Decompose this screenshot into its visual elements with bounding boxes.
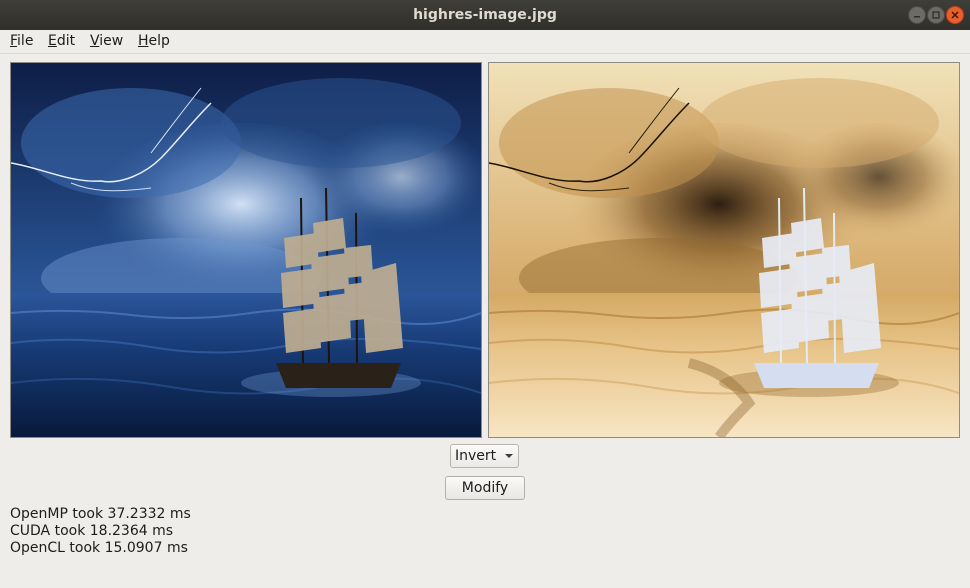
modify-button[interactable]: Modify xyxy=(445,476,525,500)
menu-view-label: iew xyxy=(99,33,124,49)
filter-select[interactable]: Invert xyxy=(450,444,519,468)
maximize-button[interactable] xyxy=(927,6,945,24)
menu-file-accel: F xyxy=(10,33,18,49)
timing-cuda: CUDA took 18.2364 ms xyxy=(10,523,174,539)
processed-image-panel xyxy=(488,62,960,438)
ship-storm-image xyxy=(11,63,481,437)
menu-edit[interactable]: Edit xyxy=(48,32,75,51)
close-button[interactable] xyxy=(946,6,964,24)
menu-view[interactable]: View xyxy=(90,32,123,51)
ship-storm-inverted-image xyxy=(489,63,959,437)
menu-file[interactable]: File xyxy=(10,32,33,51)
title-bar[interactable]: highres-image.jpg xyxy=(0,0,970,31)
window-title: highres-image.jpg xyxy=(413,7,557,23)
maximize-icon xyxy=(932,11,940,19)
menu-file-label: ile xyxy=(17,33,34,49)
filter-select-value: Invert xyxy=(455,448,497,464)
close-icon xyxy=(951,11,959,19)
menu-help-label: elp xyxy=(148,33,170,49)
menu-view-accel: V xyxy=(90,33,100,49)
menu-help[interactable]: Help xyxy=(138,32,170,51)
minimize-icon xyxy=(914,16,920,18)
menu-help-accel: H xyxy=(138,33,149,49)
timing-openmp: OpenMP took 37.2332 ms xyxy=(10,506,191,522)
app-window: highres-image.jpg File Edit View Help In… xyxy=(0,0,970,588)
original-image-panel xyxy=(10,62,482,438)
menu-bar: File Edit View Help xyxy=(0,30,970,54)
menu-edit-label: dit xyxy=(56,33,76,49)
menu-edit-accel: E xyxy=(48,33,57,49)
minimize-button[interactable] xyxy=(908,6,926,24)
timing-opencl: OpenCL took 15.0907 ms xyxy=(10,540,188,556)
chevron-down-icon xyxy=(505,454,513,458)
